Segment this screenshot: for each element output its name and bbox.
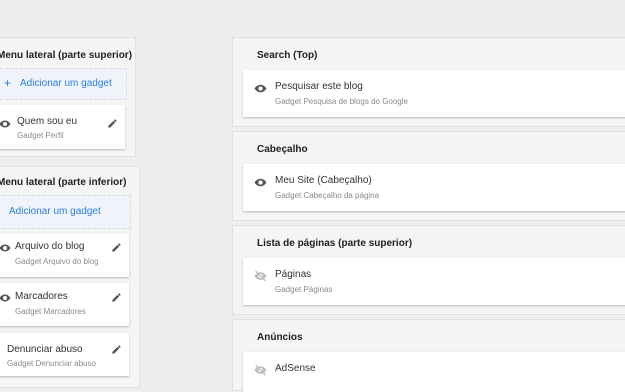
section-title: Search (Top) xyxy=(257,50,318,61)
gadget-subtitle: Gadget Pesquisa de blogs do Google xyxy=(275,97,408,106)
gadget-card-adsense[interactable]: AdSense xyxy=(243,352,625,392)
eye-icon[interactable] xyxy=(254,177,267,188)
gadget-subtitle: Gadget Perfil xyxy=(17,131,64,140)
add-gadget-button[interactable]: Adicionar um gadget xyxy=(0,195,131,229)
eye-icon[interactable] xyxy=(254,83,267,94)
section-anuncios: Anúncios AdSense xyxy=(232,319,625,392)
plus-icon: + xyxy=(4,76,12,90)
gadget-title: Quem sou eu xyxy=(17,116,78,127)
gadget-title: Marcadores xyxy=(15,291,68,302)
gadget-title: Denunciar abuso xyxy=(7,344,83,355)
gadget-title: Meu Site (Cabeçalho) xyxy=(275,175,372,186)
gadget-card-denunciar[interactable]: Denunciar abuso Gadget Denunciar abuso xyxy=(0,333,129,376)
gadget-subtitle: Gadget Cabeçalho da página xyxy=(275,191,380,200)
eye-off-icon[interactable] xyxy=(254,270,267,282)
eye-icon[interactable] xyxy=(0,119,11,129)
gadget-subtitle: Gadget Páginas xyxy=(275,285,333,294)
gadget-subtitle: Gadget Denunciar abuso xyxy=(7,359,96,368)
gadget-title: Páginas xyxy=(275,269,312,280)
edit-icon[interactable] xyxy=(111,292,122,303)
edit-icon[interactable] xyxy=(111,242,122,253)
gadget-card-pesquisar[interactable]: Pesquisar este blog Gadget Pesquisa de b… xyxy=(243,70,625,117)
edit-icon[interactable] xyxy=(107,118,118,129)
gadget-card-meu-site[interactable]: Meu Site (Cabeçalho) Gadget Cabeçalho da… xyxy=(243,164,625,211)
gadget-title: Arquivo do blog xyxy=(15,241,85,252)
gadget-card-marcadores[interactable]: Marcadores Gadget Marcadores xyxy=(0,283,129,326)
section-menu-lateral-superior: Menu lateral (parte superior) + Adiciona… xyxy=(0,37,136,157)
gadget-card-quem-sou-eu[interactable]: Quem sou eu Gadget Perfil xyxy=(0,105,125,149)
eye-icon[interactable] xyxy=(0,293,11,303)
section-title: Anúncios xyxy=(257,332,303,343)
eye-icon[interactable] xyxy=(0,243,11,253)
section-cabecalho: Cabeçalho Meu Site (Cabeçalho) Gadget Ca… xyxy=(232,131,625,221)
gadget-title: AdSense xyxy=(275,363,316,374)
section-title: Cabeçalho xyxy=(257,144,308,155)
gadget-subtitle: Gadget Marcadores xyxy=(15,307,86,316)
section-title: Menu lateral (parte inferior) xyxy=(0,177,127,188)
edit-icon[interactable] xyxy=(111,344,122,355)
gadget-title: Pesquisar este blog xyxy=(275,81,363,92)
gadget-card-paginas[interactable]: Páginas Gadget Páginas xyxy=(243,258,625,305)
gadget-subtitle: Gadget Arquivo do blog xyxy=(15,257,99,266)
section-menu-lateral-inferior: Menu lateral (parte inferior) Adicionar … xyxy=(0,166,140,388)
add-gadget-button[interactable]: + Adicionar um gadget xyxy=(0,68,127,100)
gadget-card-arquivo[interactable]: Arquivo do blog Gadget Arquivo do blog xyxy=(0,234,129,277)
section-title: Lista de páginas (parte superior) xyxy=(257,238,413,249)
section-title: Menu lateral (parte superior) xyxy=(0,50,133,61)
section-search-top: Search (Top) Pesquisar este blog Gadget … xyxy=(232,37,625,127)
section-lista-paginas: Lista de páginas (parte superior) Página… xyxy=(232,225,625,315)
eye-off-icon[interactable] xyxy=(254,364,267,376)
